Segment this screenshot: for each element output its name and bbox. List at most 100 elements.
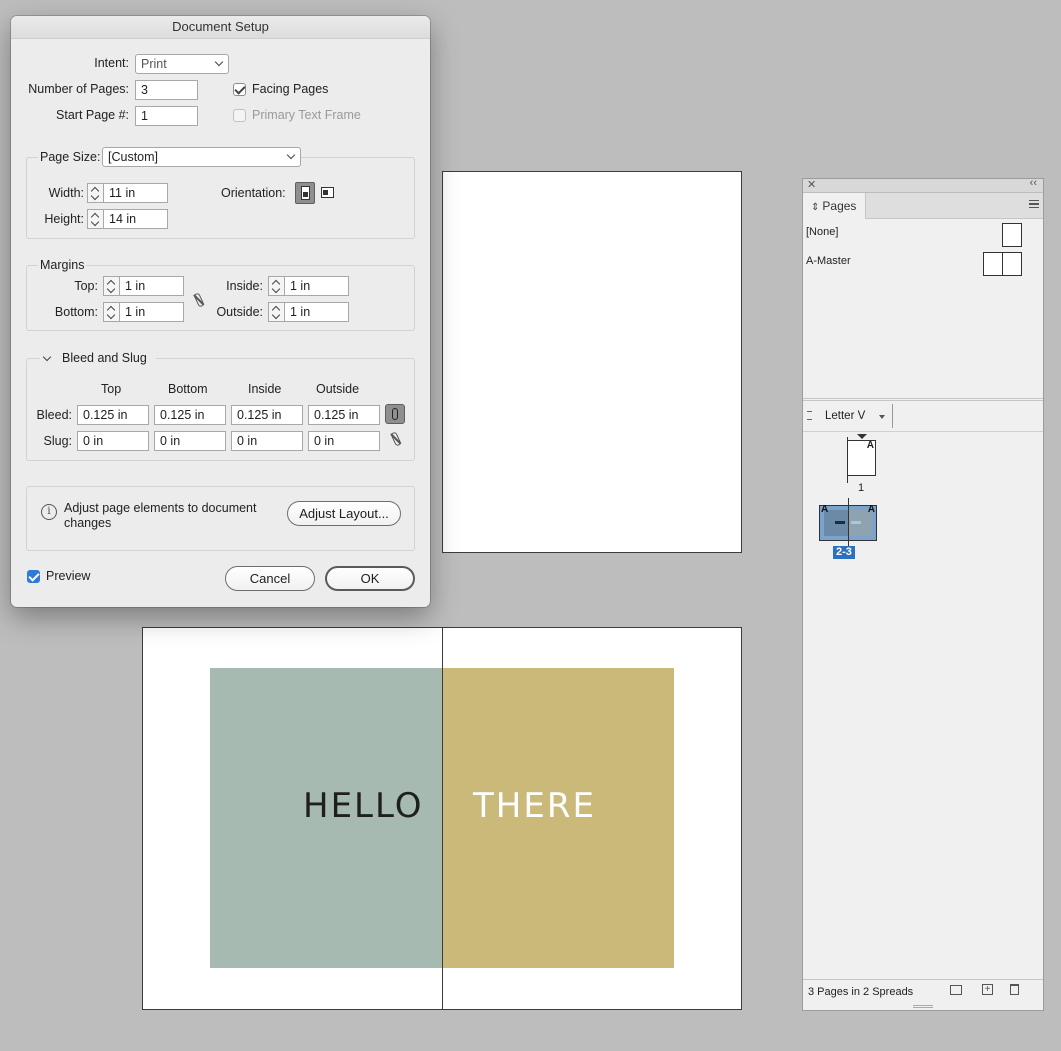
height-input[interactable]: 14 in xyxy=(103,209,168,229)
bleed-outside-input[interactable]: 0.125 in xyxy=(308,405,380,425)
spread-spine xyxy=(442,628,443,1009)
spread-center-line xyxy=(848,498,849,550)
page-1-binding-line xyxy=(847,437,848,483)
resize-grip[interactable] xyxy=(913,1005,933,1008)
page-marker-icon xyxy=(857,434,867,439)
margins-group xyxy=(26,265,415,331)
primary-text-frame-checkbox[interactable] xyxy=(233,109,246,122)
margin-outside-input[interactable]: 1 in xyxy=(284,302,349,322)
margin-bottom-input[interactable]: 1 in xyxy=(119,302,184,322)
hello-text[interactable]: HELLO xyxy=(303,786,423,826)
slug-link-icon[interactable] xyxy=(391,432,401,446)
master-none-label[interactable]: [None] xyxy=(806,226,838,238)
width-input[interactable]: 11 in xyxy=(103,183,168,203)
panel-header-bar: ✕ ‹‹ xyxy=(803,177,1043,193)
spread-2-3-label[interactable]: 2-3 xyxy=(833,546,855,559)
number-of-pages-label: Number of Pages: xyxy=(28,82,129,96)
landscape-orientation-icon[interactable] xyxy=(321,186,335,200)
master-prefix: A xyxy=(866,440,874,451)
edit-page-size-icon[interactable] xyxy=(950,985,962,995)
master-a-left-thumb[interactable] xyxy=(983,252,1003,276)
cancel-button[interactable]: Cancel xyxy=(225,566,315,591)
panel-tab-bar: ⇕ Pages xyxy=(803,193,1043,219)
tab-pages-label: Pages xyxy=(822,199,857,213)
slug-bottom-input[interactable]: 0 in xyxy=(154,431,226,451)
adjust-layout-text: Adjust page elements to document changes xyxy=(64,501,257,530)
bleed-link-icon[interactable] xyxy=(385,404,405,424)
intent-select[interactable]: Print xyxy=(135,54,229,74)
master-a-right-thumb[interactable] xyxy=(1002,252,1022,276)
preview-label: Preview xyxy=(46,569,91,583)
bleed-bottom-input[interactable]: 0.125 in xyxy=(154,405,226,425)
updown-icon: ⇕ xyxy=(811,202,820,213)
adjust-layout-button[interactable]: Adjust Layout... xyxy=(287,501,401,526)
margin-top-input[interactable]: 1 in xyxy=(119,276,184,296)
start-page-input[interactable]: 1 xyxy=(135,106,198,126)
margin-top-label: Top: xyxy=(74,279,98,293)
page-size-select[interactable]: [Custom] xyxy=(102,147,301,167)
margin-outside-stepper[interactable] xyxy=(268,302,284,322)
margins-title: Margins xyxy=(38,258,87,272)
chevron-down-icon xyxy=(42,352,52,362)
bleed-inside-input[interactable]: 0.125 in xyxy=(231,405,303,425)
ok-button[interactable]: OK xyxy=(325,566,415,591)
width-stepper[interactable] xyxy=(87,183,103,203)
bleed-slug-disclosure[interactable]: Bleed and Slug xyxy=(40,351,156,367)
slug-top-input[interactable]: 0 in xyxy=(77,431,149,451)
master-none-thumb[interactable] xyxy=(1002,223,1022,247)
primary-text-frame-label: Primary Text Frame xyxy=(252,108,361,122)
view-bar-separator xyxy=(892,404,893,428)
document-spread-2-3[interactable]: HELLO THERE xyxy=(142,627,742,1010)
width-label: Width: xyxy=(48,186,84,200)
collapse-icon[interactable]: ‹‹ xyxy=(1030,177,1037,189)
spread-right-mark xyxy=(851,521,861,524)
pages-panel: ✕ ‹‹ ⇕ Pages [None] A-Master Letter V A 1… xyxy=(802,177,1044,1011)
panel-menu-icon[interactable] xyxy=(1029,200,1039,208)
margin-inside-input[interactable]: 1 in xyxy=(284,276,349,296)
facing-pages-label: Facing Pages xyxy=(252,82,329,96)
margin-inside-stepper[interactable] xyxy=(268,276,284,296)
spread-2-3-thumb[interactable]: A A xyxy=(819,498,877,550)
info-icon: i xyxy=(41,504,57,520)
intent-value: Print xyxy=(141,57,167,71)
document-setup-dialog: Document Setup Intent: Print Number of P… xyxy=(11,16,430,607)
trash-icon[interactable] xyxy=(1010,984,1019,995)
bleed-slug-title: Bleed and Slug xyxy=(62,351,147,365)
portrait-orientation-icon[interactable] xyxy=(295,182,315,204)
chevron-down-icon xyxy=(214,57,224,67)
margin-link-icon[interactable] xyxy=(194,293,204,307)
margin-bottom-stepper[interactable] xyxy=(103,302,119,322)
margin-outside-label: Outside: xyxy=(216,305,263,319)
there-text[interactable]: THERE xyxy=(473,786,596,826)
pages-status-text: 3 Pages in 2 Spreads xyxy=(808,986,914,998)
spread-left-mark xyxy=(835,521,845,524)
dropdown-arrow-icon[interactable] xyxy=(879,415,885,419)
page-size-value: [Custom] xyxy=(108,150,159,164)
column-header: Bottom xyxy=(168,382,208,396)
height-stepper[interactable] xyxy=(87,209,103,229)
facing-pages-checkbox[interactable] xyxy=(233,83,246,96)
number-of-pages-input[interactable]: 3 xyxy=(135,80,198,100)
preview-checkbox[interactable] xyxy=(27,570,40,583)
tab-pages[interactable]: ⇕ Pages xyxy=(803,193,866,219)
master-a-label[interactable]: A-Master xyxy=(806,255,851,267)
page-1-label[interactable]: 1 xyxy=(858,482,864,494)
bleed-top-input[interactable]: 0.125 in xyxy=(77,405,149,425)
margin-bottom-label: Bottom: xyxy=(54,305,98,319)
start-page-label: Start Page #: xyxy=(56,108,129,122)
grip-icon xyxy=(807,411,812,420)
close-icon[interactable]: ✕ xyxy=(807,178,816,191)
bleed-label: Bleed: xyxy=(36,408,72,422)
slug-outside-input[interactable]: 0 in xyxy=(308,431,380,451)
margin-top-stepper[interactable] xyxy=(103,276,119,296)
page-1-thumb[interactable]: A xyxy=(847,440,876,476)
chevron-down-icon xyxy=(286,150,296,160)
dialog-title: Document Setup xyxy=(11,16,430,39)
page-size-label: Page Size: xyxy=(38,150,103,164)
new-page-icon[interactable]: + xyxy=(982,984,993,995)
slug-inside-input[interactable]: 0 in xyxy=(231,431,303,451)
master-prefix: A xyxy=(821,504,829,515)
slug-label: Slug: xyxy=(43,434,73,448)
view-size-label[interactable]: Letter V xyxy=(825,410,865,422)
document-page-1[interactable] xyxy=(442,171,742,553)
